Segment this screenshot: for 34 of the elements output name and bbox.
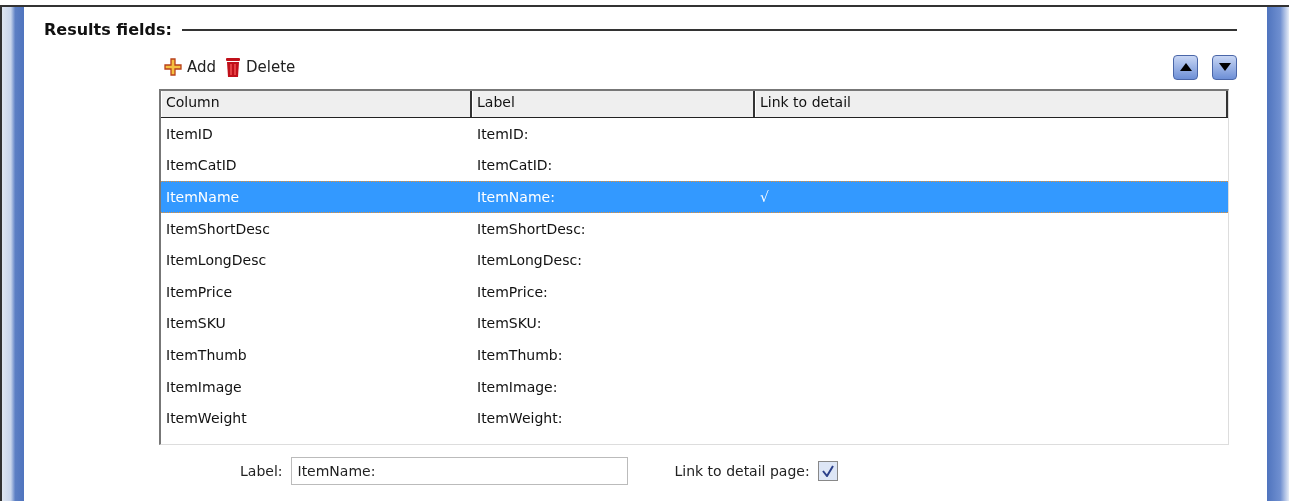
table-cell-text: ItemWeight — [165, 410, 248, 427]
table-cell-text: ItemThumb — [165, 346, 248, 363]
table-cell-text: ItemLongDesc — [165, 252, 268, 269]
table-cell-text: ItemWeight: — [476, 410, 564, 427]
plus-icon — [163, 57, 183, 77]
field-label: Link to detail page: — [674, 463, 810, 479]
table-cell-text: ItemName — [165, 189, 241, 205]
field-label: Label: — [240, 463, 283, 479]
add-button[interactable]: Add — [159, 57, 221, 77]
table-cell-text: ItemSKU — [165, 315, 227, 332]
table-cell-text: ItemImage: — [476, 378, 559, 395]
move-down-button[interactable] — [1212, 54, 1237, 80]
move-up-button[interactable] — [1173, 54, 1198, 80]
table-cell-text: ItemLongDesc: — [476, 252, 583, 269]
table-cell-text: ItemName: — [476, 189, 556, 205]
table-cell-text: ItemID — [165, 125, 214, 142]
section-title: Results fields: — [44, 20, 172, 39]
table-cell-text: ItemCatID — [165, 157, 238, 174]
link-checkbox[interactable] — [817, 461, 838, 481]
table-cell-text: ItemID: — [476, 125, 530, 142]
trash-icon — [224, 56, 243, 78]
label-field[interactable]: ItemName: — [290, 457, 628, 485]
table-cell-text: ItemPrice: — [476, 283, 549, 300]
triangle-down-icon — [1218, 63, 1231, 71]
triangle-up-icon — [1179, 63, 1192, 71]
delete-button[interactable]: Delete — [220, 56, 300, 78]
table-cell-text: ItemShortDesc: — [476, 220, 587, 237]
checkmark: √ — [759, 189, 770, 205]
table-cell-text: ItemPrice — [165, 283, 234, 300]
table-cell-text: ItemImage — [165, 378, 243, 395]
table-cell-text: ItemThumb: — [476, 346, 564, 363]
table-cell-text: ItemCatID: — [476, 157, 554, 174]
table-cell-text: ItemSKU: — [476, 315, 543, 332]
table-cell-text: ItemShortDesc — [165, 220, 271, 237]
